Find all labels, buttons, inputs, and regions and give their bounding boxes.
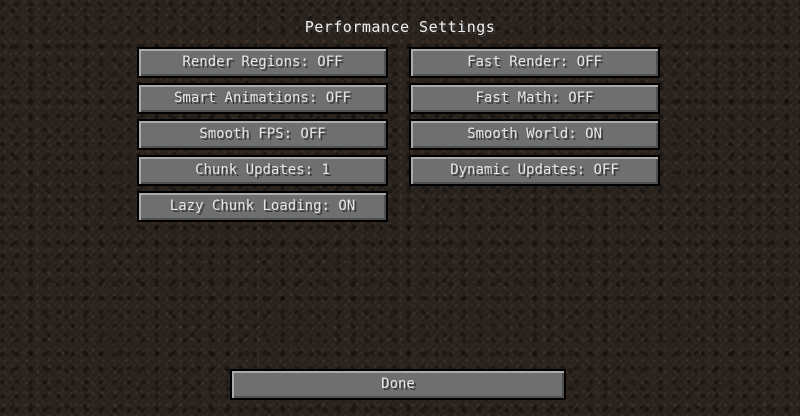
fast-math-button[interactable]: Fast Math: OFF bbox=[409, 83, 660, 114]
smooth-fps-button[interactable]: Smooth FPS: OFF bbox=[137, 119, 388, 150]
smart-animations-button[interactable]: Smart Animations: OFF bbox=[137, 83, 388, 114]
smooth-world-button[interactable]: Smooth World: ON bbox=[409, 119, 660, 150]
screen-title: Performance Settings bbox=[304, 18, 496, 36]
render-regions-button[interactable]: Render Regions: OFF bbox=[137, 47, 388, 78]
done-button[interactable]: Done bbox=[230, 369, 566, 400]
options-grid: Render Regions: OFF Fast Render: OFF Sma… bbox=[137, 47, 660, 222]
dynamic-updates-button[interactable]: Dynamic Updates: OFF bbox=[409, 155, 660, 186]
lazy-chunk-loading-button[interactable]: Lazy Chunk Loading: ON bbox=[137, 191, 388, 222]
chunk-updates-button[interactable]: Chunk Updates: 1 bbox=[137, 155, 388, 186]
fast-render-button[interactable]: Fast Render: OFF bbox=[409, 47, 660, 78]
